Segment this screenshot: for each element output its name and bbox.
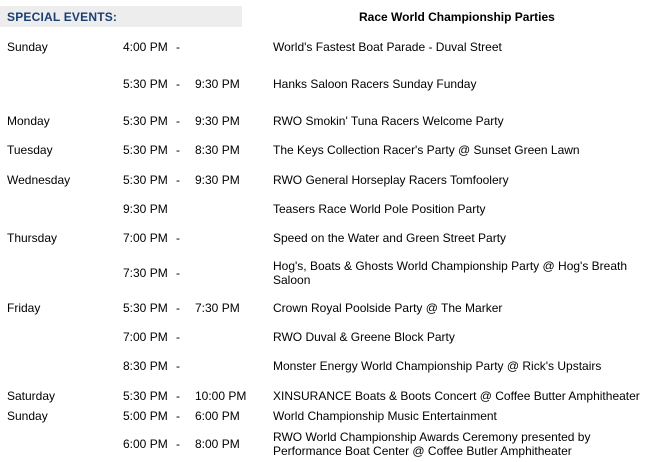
time-separator: - — [176, 389, 180, 403]
end-time-cell: 9:30 PM — [195, 114, 240, 128]
event-name-cell: RWO Smokin' Tuna Racers Welcome Party — [273, 114, 504, 128]
start-time-cell: 7:00 PM — [123, 231, 168, 245]
start-time-cell: 5:30 PM — [123, 389, 168, 403]
day-cell: Sunday — [7, 40, 48, 54]
event-name-cell: World's Fastest Boat Parade - Duval Stre… — [273, 40, 502, 54]
event-name-cell: Teasers Race World Pole Position Party — [273, 202, 486, 216]
end-time-cell: 10:00 PM — [195, 389, 247, 403]
page-title: Race World Championship Parties — [359, 10, 555, 24]
end-time-cell: 8:00 PM — [195, 437, 240, 451]
section-label: SPECIAL EVENTS: — [7, 10, 118, 24]
time-separator: - — [176, 77, 180, 91]
start-time-cell: 7:00 PM — [123, 330, 168, 344]
day-cell: Thursday — [7, 231, 58, 245]
event-name-cell: RWO World Championship Awards Ceremony p… — [273, 430, 591, 458]
end-time-cell: 9:30 PM — [195, 77, 240, 91]
day-cell: Wednesday — [7, 173, 71, 187]
event-name-cell: Hog's, Boats & Ghosts World Championship… — [273, 259, 628, 287]
start-time-cell: 6:00 PM — [123, 437, 168, 451]
event-name-cell: RWO Duval & Greene Block Party — [273, 330, 455, 344]
event-name-cell: Monster Energy World Championship Party … — [273, 359, 602, 373]
event-name-cell: XINSURANCE Boats & Boots Concert @ Coffe… — [273, 389, 640, 403]
time-separator: - — [176, 231, 180, 245]
event-name-cell: World Championship Music Entertainment — [273, 409, 497, 423]
time-separator: - — [176, 266, 180, 280]
start-time-cell: 5:00 PM — [123, 409, 168, 423]
time-separator: - — [176, 437, 180, 451]
time-separator: - — [176, 330, 180, 344]
start-time-cell: 5:30 PM — [123, 173, 168, 187]
time-separator: - — [176, 359, 180, 373]
start-time-cell: 5:30 PM — [123, 77, 168, 91]
day-cell: Monday — [7, 114, 50, 128]
end-time-cell: 6:00 PM — [195, 409, 240, 423]
day-cell: Sunday — [7, 409, 48, 423]
time-separator: - — [176, 143, 180, 157]
section-header-bar: SPECIAL EVENTS: — [0, 6, 242, 27]
time-separator: - — [176, 173, 180, 187]
end-time-cell: 7:30 PM — [195, 301, 240, 315]
event-name-cell: Crown Royal Poolside Party @ The Marker — [273, 301, 503, 315]
start-time-cell: 8:30 PM — [123, 359, 168, 373]
start-time-cell: 5:30 PM — [123, 114, 168, 128]
start-time-cell: 7:30 PM — [123, 266, 168, 280]
day-cell: Tuesday — [7, 143, 53, 157]
event-name-cell: Hanks Saloon Racers Sunday Funday — [273, 77, 477, 91]
start-time-cell: 9:30 PM — [123, 202, 168, 216]
event-name-cell: RWO General Horseplay Racers Tomfoolery — [273, 173, 509, 187]
day-cell: Saturday — [7, 389, 56, 403]
end-time-cell: 8:30 PM — [195, 143, 240, 157]
start-time-cell: 5:30 PM — [123, 301, 168, 315]
time-separator: - — [176, 301, 180, 315]
start-time-cell: 4:00 PM — [123, 40, 168, 54]
end-time-cell: 9:30 PM — [195, 173, 240, 187]
event-name-cell: The Keys Collection Racer's Party @ Suns… — [273, 143, 580, 157]
time-separator: - — [176, 40, 180, 54]
day-cell: Friday — [7, 301, 41, 315]
start-time-cell: 5:30 PM — [123, 143, 168, 157]
time-separator: - — [176, 409, 180, 423]
event-name-cell: Speed on the Water and Green Street Part… — [273, 231, 507, 245]
time-separator: - — [176, 114, 180, 128]
